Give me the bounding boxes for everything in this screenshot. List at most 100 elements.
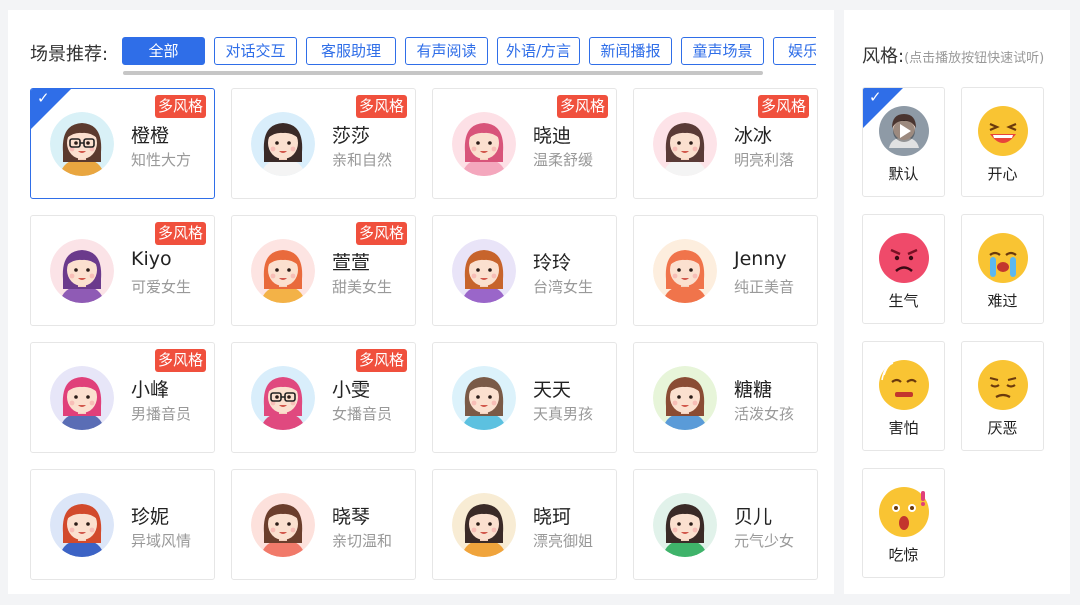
avatar-icon xyxy=(50,112,114,176)
voice-card[interactable]: 玲玲 台湾女生 xyxy=(432,215,617,326)
style-card[interactable]: 厌恶 xyxy=(961,341,1044,451)
avatar-icon xyxy=(50,493,114,557)
style-name: 难过 xyxy=(987,292,1018,310)
scene-label: 场景推荐: xyxy=(30,44,109,65)
voice-name: 贝儿 xyxy=(734,506,773,528)
scene-tab-5[interactable]: 新闻播报 xyxy=(589,37,672,65)
multi-style-badge: 多风格 xyxy=(757,95,809,118)
voice-name: 莎莎 xyxy=(332,125,371,147)
voice-desc: 纯正美音 xyxy=(734,278,795,296)
voice-card[interactable]: 多风格冰冰明亮利落 xyxy=(633,88,818,199)
voice-name: 晓琴 xyxy=(332,506,371,528)
style-hint: (点击播放按钮快速试听) xyxy=(904,51,1045,66)
style-name: 生气 xyxy=(888,292,919,310)
voice-list-panel: 场景推荐: 全部 对话交互 客服助理 有声阅读 外语/方言 新闻播报 童声场景 娱乐 ✓ 多风格… xyxy=(8,10,834,594)
style-name: 吃惊 xyxy=(888,546,919,564)
voice-card[interactable]: 多风格晓迪温柔舒缓 xyxy=(432,88,617,199)
style-panel: 风格:(点击播放按钮快速试听) ✓ 默认 开心生气 难过害怕 厌恶吃惊 xyxy=(844,10,1070,594)
style-card[interactable]: 害怕 xyxy=(862,341,945,451)
voice-card[interactable]: ✓ 多风格 橙橙 知性大方 xyxy=(30,88,215,199)
voice-desc: 台湾女生 xyxy=(533,278,594,296)
voice-card[interactable]: 贝儿 元气少女 xyxy=(633,469,818,580)
style-name: 默认 xyxy=(888,165,919,183)
scene-tab-3[interactable]: 有声阅读 xyxy=(405,37,488,65)
voice-desc: 亲切温和 xyxy=(332,532,393,550)
voice-name: 天天 xyxy=(533,379,572,401)
voice-desc: 元气少女 xyxy=(734,532,795,550)
avatar-icon xyxy=(653,112,717,176)
avatar-icon xyxy=(251,239,315,303)
style-label: 风格:(点击播放按钮快速试听) xyxy=(862,42,1044,68)
voice-card[interactable]: 多风格 小雯 女播音员 xyxy=(231,342,416,453)
voice-card[interactable]: 糖糖 活泼女孩 xyxy=(633,342,818,453)
voice-card[interactable]: 天天 天真男孩 xyxy=(432,342,617,453)
multi-style-badge: 多风格 xyxy=(556,95,608,118)
scene-tab-1[interactable]: 对话交互 xyxy=(214,37,297,65)
voice-name: 萱萱 xyxy=(332,252,371,274)
multi-style-badge: 多风格 xyxy=(154,349,206,372)
voice-desc: 女播音员 xyxy=(332,405,393,423)
scared-emoji-icon xyxy=(879,360,929,410)
voice-name: 晓迪 xyxy=(533,125,572,147)
voice-card[interactable]: 多风格莎莎亲和自然 xyxy=(231,88,416,199)
scene-tab-7[interactable]: 娱乐 xyxy=(773,37,816,65)
voice-name: 玲玲 xyxy=(533,252,572,274)
scene-tab-0[interactable]: 全部 xyxy=(122,37,205,65)
multi-style-badge: 多风格 xyxy=(355,222,407,245)
multi-style-badge: 多风格 xyxy=(154,95,206,118)
voice-card[interactable]: 晓珂 漂亮御姐 xyxy=(432,469,617,580)
style-card[interactable]: 吃惊 xyxy=(862,468,945,578)
voice-name: 冰冰 xyxy=(734,125,773,147)
style-name: 厌恶 xyxy=(987,419,1018,437)
check-icon: ✓ xyxy=(37,89,50,107)
scene-tab-6[interactable]: 童声场景 xyxy=(681,37,764,65)
voice-card[interactable]: 晓琴 亲切温和 xyxy=(231,469,416,580)
avatar-icon xyxy=(50,366,114,430)
voice-name: 晓珂 xyxy=(533,506,572,528)
surprised-emoji-icon xyxy=(879,487,929,537)
style-label-text: 风格: xyxy=(862,46,905,67)
voice-desc: 活泼女孩 xyxy=(734,405,795,423)
voice-desc: 亲和自然 xyxy=(332,151,393,169)
style-card[interactable]: 开心 xyxy=(961,87,1044,197)
laughing-emoji-icon xyxy=(978,106,1028,156)
style-name: 开心 xyxy=(987,165,1018,183)
avatar-icon xyxy=(452,366,516,430)
multi-style-badge: 多风格 xyxy=(355,95,407,118)
avatar-icon xyxy=(452,493,516,557)
avatar-icon xyxy=(452,112,516,176)
voice-desc: 天真男孩 xyxy=(533,405,594,423)
voice-card[interactable]: 多风格 Kiyo 可爱女生 xyxy=(30,215,215,326)
avatar-icon xyxy=(251,493,315,557)
avatar-icon xyxy=(251,112,315,176)
style-card[interactable]: ✓ 默认 xyxy=(862,87,945,197)
voice-card[interactable]: 多风格萱萱甜美女生 xyxy=(231,215,416,326)
avatar-icon xyxy=(452,239,516,303)
avatar-icon xyxy=(50,239,114,303)
avatar-icon xyxy=(653,366,717,430)
scene-tab-2[interactable]: 客服助理 xyxy=(306,37,396,65)
style-name: 害怕 xyxy=(888,419,919,437)
angry-emoji-icon xyxy=(879,233,929,283)
voice-desc: 温柔舒缓 xyxy=(533,151,594,169)
tabs-scrollbar[interactable] xyxy=(123,71,763,75)
style-card[interactable]: 生气 xyxy=(862,214,945,324)
voice-card[interactable]: Jenny 纯正美音 xyxy=(633,215,818,326)
voice-name: 橙橙 xyxy=(131,125,170,147)
disgusted-emoji-icon xyxy=(978,360,1028,410)
crying-emoji-icon xyxy=(978,233,1028,283)
avatar-icon xyxy=(653,493,717,557)
style-card[interactable]: 难过 xyxy=(961,214,1044,324)
voice-name: Kiyo xyxy=(131,248,172,270)
voice-card[interactable]: 多风格 小峰 男播音员 xyxy=(30,342,215,453)
voice-desc: 甜美女生 xyxy=(332,278,393,296)
voice-name: Jenny xyxy=(734,248,787,270)
multi-style-badge: 多风格 xyxy=(355,349,407,372)
voice-name: 小峰 xyxy=(131,379,170,401)
avatar-icon xyxy=(251,366,315,430)
voice-card[interactable]: 珍妮 异域风情 xyxy=(30,469,215,580)
avatar-icon xyxy=(653,239,717,303)
scene-tab-4[interactable]: 外语/方言 xyxy=(497,37,580,65)
voice-name: 珍妮 xyxy=(131,506,170,528)
voice-desc: 明亮利落 xyxy=(734,151,795,169)
